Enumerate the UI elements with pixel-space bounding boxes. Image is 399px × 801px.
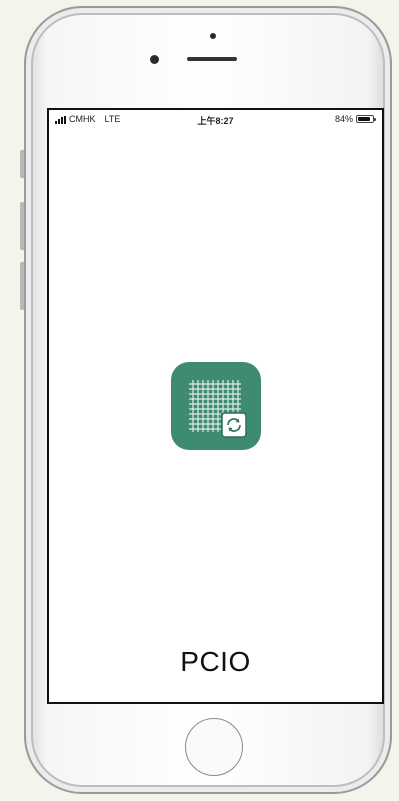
- page: CMHK LTE 上午8:27 84% PCIO: [0, 0, 399, 801]
- battery-percent: 84%: [334, 114, 353, 124]
- front-camera-icon: [150, 55, 159, 64]
- status-right: 84%: [334, 114, 376, 124]
- home-button[interactable]: [185, 718, 243, 776]
- pcio-app-icon[interactable]: [171, 362, 261, 450]
- status-time: 上午8:27: [197, 116, 234, 126]
- battery-cap: [374, 118, 376, 121]
- proximity-sensor: [210, 33, 216, 39]
- app-name: PCIO: [180, 646, 251, 677]
- battery-fill: [358, 117, 370, 121]
- status-bar: CMHK LTE 上午8:27 84%: [49, 110, 382, 128]
- phone-screen: CMHK LTE 上午8:27 84% PCIO: [47, 108, 384, 704]
- battery-icon: [356, 115, 376, 123]
- earpiece-speaker: [187, 57, 237, 61]
